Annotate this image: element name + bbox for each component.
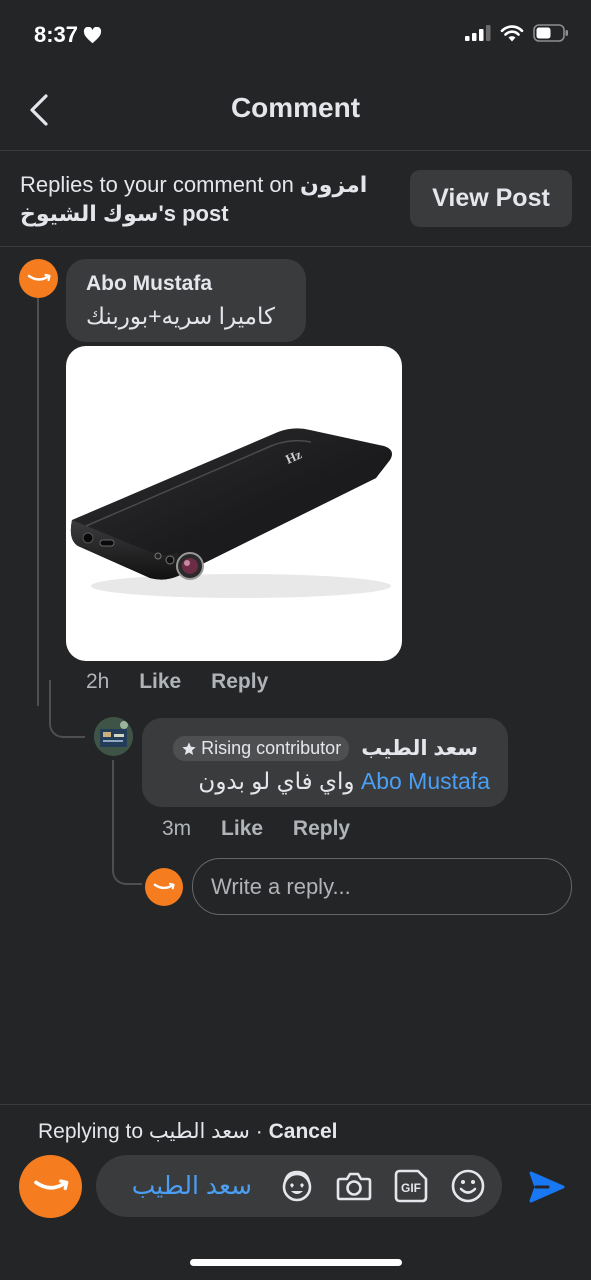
thread-line: [37, 298, 39, 706]
reply-button[interactable]: Reply: [293, 817, 350, 840]
battery-icon: [533, 24, 568, 42]
composer-icons: GIF: [277, 1166, 488, 1206]
home-indicator: [190, 1259, 402, 1266]
composer-text: سعد الطيب: [131, 1172, 252, 1200]
thread-connector: [49, 680, 85, 738]
gif-label: GIF: [401, 1181, 421, 1195]
status-time: 8:37: [34, 22, 102, 48]
view-post-button[interactable]: View Post: [410, 170, 572, 227]
reply-author[interactable]: سعد الطيب: [361, 736, 478, 761]
page-title: Comment: [230, 92, 361, 123]
reply-button[interactable]: Reply: [211, 670, 268, 693]
reply-header: Rising contributor سعد الطيب: [173, 736, 478, 761]
comment-text: كاميرا سريه+بوربنك: [86, 303, 275, 329]
avatar[interactable]: [145, 868, 183, 906]
write-reply-input[interactable]: Write a reply...: [192, 858, 572, 915]
header-divider: [0, 150, 591, 151]
reply-bubble[interactable]: Rising contributor سعد الطيب واي فاي لو …: [142, 718, 508, 807]
banner-divider: [0, 246, 591, 247]
spy-camera-powerbank-image: Hz: [70, 428, 392, 598]
status-indicators: [465, 24, 569, 42]
send-icon: [529, 1171, 565, 1203]
reply-text-body: واي فاي لو بدون: [198, 768, 355, 794]
banner-prefix: Replies to your comment on: [20, 172, 301, 197]
replying-to-bar: Replying to سعد الطيب · Cancel: [38, 1119, 337, 1144]
banner-suffix: 's post: [158, 201, 229, 226]
replies-banner-text: Replies to your comment on امزون سوك الش…: [20, 170, 390, 228]
reply-text: واي فاي لو بدون Abo Mustafa: [198, 768, 490, 795]
reply-actions: 3m Like Reply: [162, 817, 374, 841]
avatar-sticker-icon: [282, 1170, 312, 1202]
smiley-icon: [451, 1169, 485, 1203]
amazon-logo-icon: [153, 882, 175, 889]
clock-text: 8:37: [34, 22, 79, 47]
thread-connector: [112, 760, 142, 885]
star-icon: [182, 741, 196, 755]
reply-time: 3m: [162, 817, 192, 840]
gif-button[interactable]: GIF: [391, 1166, 431, 1206]
comment-author[interactable]: Abo Mustafa: [86, 272, 212, 296]
cancel-button[interactable]: Cancel: [269, 1120, 338, 1143]
comment-actions: 2h Like Reply: [86, 670, 292, 694]
profile-photo: [94, 717, 133, 756]
gif-icon: GIF: [394, 1169, 428, 1203]
camera-button[interactable]: [334, 1166, 374, 1206]
heart-icon: [84, 26, 102, 43]
mention-link[interactable]: Abo Mustafa: [361, 768, 490, 794]
send-button[interactable]: [526, 1168, 568, 1206]
avatar[interactable]: [94, 717, 133, 756]
like-button[interactable]: Like: [139, 670, 181, 693]
avatar[interactable]: [19, 1155, 82, 1218]
avatar[interactable]: [19, 259, 58, 298]
comment-bubble[interactable]: Abo Mustafa كاميرا سريه+بوربنك: [66, 259, 306, 342]
rising-contributor-badge[interactable]: Rising contributor: [173, 736, 350, 761]
composer-divider: [0, 1104, 591, 1105]
separator: ·: [249, 1120, 269, 1143]
replying-name: سعد الطيب: [148, 1120, 250, 1143]
amazon-logo-icon: [27, 273, 51, 281]
write-reply-placeholder: Write a reply...: [211, 873, 351, 899]
comment-time: 2h: [86, 670, 110, 693]
amazon-logo-icon: [33, 1178, 68, 1190]
avatar-sticker-button[interactable]: [277, 1166, 317, 1206]
comment-composer-input[interactable]: سعد الطيب GIF: [96, 1155, 502, 1217]
signal-icon: [465, 25, 491, 41]
wifi-icon: [500, 25, 524, 42]
badge-label: Rising contributor: [201, 738, 342, 758]
emoji-button[interactable]: [448, 1166, 488, 1206]
like-button[interactable]: Like: [221, 817, 263, 840]
comment-image[interactable]: Hz: [66, 346, 402, 661]
replying-prefix: Replying to: [38, 1120, 149, 1143]
camera-icon: [336, 1172, 372, 1201]
